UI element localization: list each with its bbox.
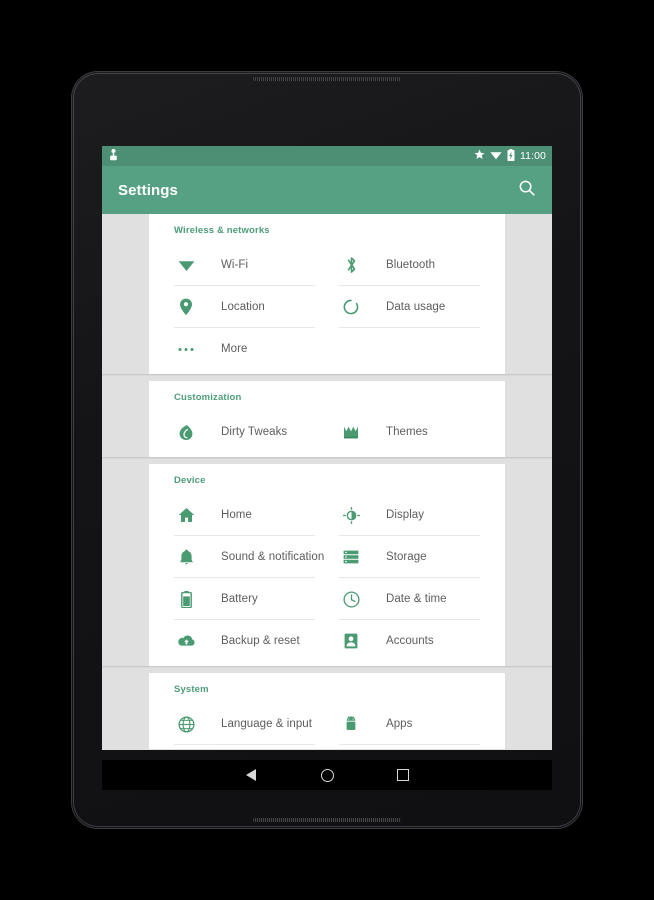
android-navigation-bar <box>102 760 552 790</box>
settings-item-language-input[interactable]: Language & input <box>162 703 327 745</box>
section-card-wireless: Wireless & networks Wi-Fi Bluetooth Loca… <box>149 214 505 374</box>
settings-item-storage[interactable]: Storage <box>327 536 492 578</box>
section-items-grid: Language & input Apps <box>149 703 505 745</box>
settings-item-label: Backup & reset <box>221 635 300 647</box>
cloud-upload-icon <box>174 634 198 648</box>
usb-debug-icon <box>109 148 118 164</box>
location-pin-icon <box>174 298 198 316</box>
settings-item-label: Sound & notification <box>221 551 325 563</box>
section-header: Customization <box>174 392 242 403</box>
home-circle-icon <box>320 768 334 782</box>
section-header: Wireless & networks <box>174 225 270 236</box>
search-icon <box>518 179 536 202</box>
section-divider <box>102 666 552 673</box>
wifi-icon <box>490 150 502 163</box>
settings-item-label: Apps <box>386 718 413 730</box>
tablet-device-frame: 11:00 Settings Wireless & networks Wi-Fi… <box>72 72 582 828</box>
section-items-grid: Dirty Tweaks Themes <box>149 411 505 453</box>
settings-item-label: Language & input <box>221 718 312 730</box>
device-screen: 11:00 Settings Wireless & networks Wi-Fi… <box>102 146 552 750</box>
settings-item-label: Storage <box>386 551 427 563</box>
status-bar: 11:00 <box>102 146 552 166</box>
settings-item-label: Dirty Tweaks <box>221 426 288 438</box>
person-card-icon <box>339 633 363 649</box>
section-header: Device <box>174 475 206 486</box>
home-icon <box>174 507 198 523</box>
top-speaker-grille <box>253 77 401 81</box>
nav-back-button[interactable] <box>213 760 289 790</box>
settings-item-date-time[interactable]: Date & time <box>327 578 492 620</box>
search-button[interactable] <box>518 179 536 202</box>
settings-item-wifi[interactable]: Wi-Fi <box>162 244 327 286</box>
more-dots-icon <box>174 347 198 352</box>
settings-item-label: Wi-Fi <box>221 259 249 271</box>
data-usage-icon <box>339 299 363 315</box>
settings-scroll-area[interactable]: Wireless & networks Wi-Fi Bluetooth Loca… <box>102 214 552 750</box>
settings-item-label: More <box>221 343 248 355</box>
settings-item-label: Date & time <box>386 593 447 605</box>
section-header: System <box>174 684 209 695</box>
section-card-device: Device Home Display Sound & notification… <box>149 464 505 666</box>
bottom-speaker-grille <box>253 818 401 822</box>
settings-item-label: Bluetooth <box>386 259 436 271</box>
crown-icon <box>339 425 363 440</box>
clock-icon <box>339 590 363 608</box>
settings-item-battery[interactable]: Battery <box>162 578 327 620</box>
android-icon <box>339 715 363 733</box>
settings-item-display[interactable]: Display <box>327 494 492 536</box>
section-divider <box>102 457 552 464</box>
settings-item-sound-notification[interactable]: Sound & notification <box>162 536 327 578</box>
settings-item-label: Home <box>221 509 252 521</box>
section-card-customization: Customization Dirty Tweaks Themes <box>149 381 505 457</box>
app-toolbar: Settings <box>102 166 552 214</box>
section-card-system: System Language & input Apps <box>149 673 505 749</box>
settings-item-label: Themes <box>386 426 428 438</box>
settings-item-more[interactable]: More <box>162 328 327 370</box>
back-triangle-icon <box>246 769 256 781</box>
status-bar-left-icons <box>109 148 118 164</box>
settings-item-bluetooth[interactable]: Bluetooth <box>327 244 492 286</box>
nav-recents-button[interactable] <box>365 760 441 790</box>
battery-icon <box>174 590 198 608</box>
settings-item-label: Data usage <box>386 301 446 313</box>
section-items-grid: Home Display Sound & notification Storag… <box>149 494 505 662</box>
settings-item-themes[interactable]: Themes <box>327 411 492 453</box>
bluetooth-icon <box>339 256 363 274</box>
droplet-icon <box>174 424 198 441</box>
section-items-grid: Wi-Fi Bluetooth Location Data usage More <box>149 244 505 370</box>
settings-item-label: Location <box>221 301 265 313</box>
brightness-icon <box>339 506 363 524</box>
star-icon <box>474 149 485 163</box>
settings-item-data-usage[interactable]: Data usage <box>327 286 492 328</box>
page-title: Settings <box>118 181 178 199</box>
wifi-icon <box>174 258 198 272</box>
status-bar-right-icons: 11:00 <box>474 148 546 164</box>
settings-item-dirty-tweaks[interactable]: Dirty Tweaks <box>162 411 327 453</box>
globe-icon <box>174 715 198 733</box>
bell-icon <box>174 549 198 566</box>
settings-item-apps[interactable]: Apps <box>327 703 492 745</box>
section-divider <box>102 374 552 381</box>
settings-item-label: Accounts <box>386 635 434 647</box>
screenshot-stage: 11:00 Settings Wireless & networks Wi-Fi… <box>0 0 654 900</box>
battery-charging-icon <box>507 148 515 164</box>
settings-item-label: Battery <box>221 593 258 605</box>
settings-item-label: Display <box>386 509 425 521</box>
settings-item-location[interactable]: Location <box>162 286 327 328</box>
storage-icon <box>339 550 363 564</box>
recents-square-icon <box>397 769 409 781</box>
nav-home-button[interactable] <box>289 760 365 790</box>
settings-item-backup-reset[interactable]: Backup & reset <box>162 620 327 662</box>
settings-item-accounts[interactable]: Accounts <box>327 620 492 662</box>
status-bar-clock: 11:00 <box>520 150 546 162</box>
settings-item-home[interactable]: Home <box>162 494 327 536</box>
